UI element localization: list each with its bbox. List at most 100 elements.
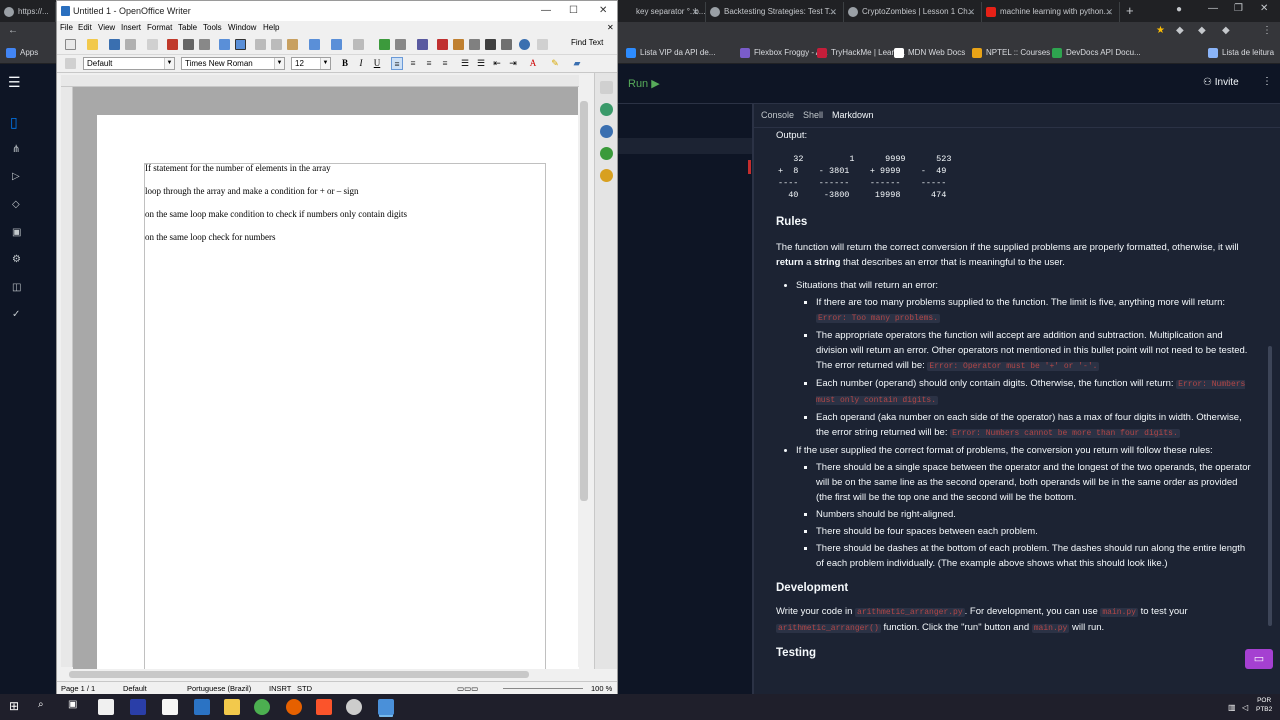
decrease-indent-icon[interactable]: ⇤ [491,57,503,70]
navigator-icon[interactable] [437,39,448,50]
run-button[interactable]: Run ▶ [622,74,666,94]
copy-icon[interactable] [271,39,282,50]
font-color-icon[interactable]: A [527,57,539,70]
close-window-button[interactable]: ✕ [1260,3,1268,14]
packages-icon[interactable]: ◇ [12,199,20,210]
menu-window[interactable]: Window [228,21,256,35]
toolbar-options-icon[interactable] [537,39,548,50]
zoom-slider[interactable] [503,688,583,689]
windows-start-icon[interactable]: ⊞ [9,699,19,713]
help-icon[interactable] [519,39,530,50]
bold-button[interactable]: B [339,57,351,70]
open-folder-icon[interactable] [87,39,98,50]
secrets-icon[interactable]: ▣ [12,227,21,238]
keyboard-language[interactable]: POR PTB2 [1256,696,1272,714]
debugger-icon[interactable]: ▷ [12,171,20,182]
close-document-icon[interactable]: ✕ [607,21,614,35]
close-tab-icon[interactable]: ✕ [967,2,975,22]
table-icon[interactable] [395,39,406,50]
close-tab-icon[interactable]: ✕ [1105,2,1113,22]
menu-edit[interactable]: Edit [78,21,92,35]
italic-button[interactable]: I [355,57,367,70]
align-center-button[interactable]: ≡ [407,57,419,70]
document-line[interactable]: If statement for the number of elements … [145,163,331,173]
vertical-scrollbar[interactable] [578,87,590,667]
maximize-button[interactable]: ❐ [1234,3,1243,14]
hamburger-menu-icon[interactable]: ☰ [8,74,21,91]
files-icon[interactable]: ▯ [10,114,18,131]
highlighting-icon[interactable]: ✎ [549,57,561,70]
close-tab-icon[interactable]: ✕ [691,2,699,22]
properties-icon[interactable] [600,103,613,116]
minimize-button[interactable]: — [541,1,551,21]
file-explorer-icon[interactable] [224,699,240,715]
settings-icon[interactable]: ⚙ [12,254,21,265]
undo-icon[interactable] [331,39,342,50]
edit-file-icon[interactable] [147,39,158,50]
paste-icon[interactable] [287,39,298,50]
store-icon[interactable] [98,699,114,715]
reading-list[interactable]: Lista de leitura [1208,46,1274,60]
show-draw-functions-icon[interactable] [417,39,428,50]
back-icon[interactable]: ← [8,25,18,36]
font-size-select[interactable]: 12 ▼ [291,57,331,70]
chat-button[interactable]: ▭ [1245,649,1273,669]
bookmark-item[interactable]: TryHackMe | Learn... [817,46,905,60]
bookmark-item[interactable]: Flexbox Froggy - A... [740,46,828,60]
app-icon[interactable] [130,699,146,715]
apps-bookmark[interactable]: Apps [6,46,38,60]
horizontal-scrollbar[interactable] [57,669,593,680]
tab-markdown[interactable]: Markdown [832,110,874,120]
document-line[interactable]: on the same loop make condition to check… [145,209,407,219]
database-icon[interactable]: ◫ [12,282,21,293]
bookmark-item[interactable]: NPTEL :: Courses [972,46,1050,60]
document-line[interactable]: on the same loop check for numbers [145,232,275,242]
cut-icon[interactable] [255,39,266,50]
menu-view[interactable]: View [98,21,115,35]
sidebar-menu-icon[interactable] [600,81,613,94]
navigator-sidebar-icon[interactable] [600,169,613,182]
openoffice-writer-icon[interactable] [378,699,394,715]
app-icon[interactable] [194,699,210,715]
unit-tests-icon[interactable]: ✓ [12,309,20,320]
numbering-icon[interactable]: ☰ [459,57,471,70]
browser-tab[interactable]: https://... [0,2,56,22]
autospellcheck-icon[interactable] [235,39,246,50]
profile-icon[interactable]: ● [1176,4,1182,15]
zoom-icon[interactable] [501,39,512,50]
document-page[interactable]: If statement for the number of elements … [97,115,579,669]
background-color-icon[interactable]: ▰ [571,57,583,70]
gallery-icon[interactable] [453,39,464,50]
bookmark-item[interactable]: MDN Web Docs [894,46,965,60]
new-document-icon[interactable] [65,39,76,50]
paragraph-style-select[interactable]: Default ▼ [83,57,175,70]
bullets-icon[interactable]: ☰ [475,57,487,70]
new-tab-button[interactable]: + [1126,3,1134,18]
writer-title-bar[interactable]: Untitled 1 - OpenOffice Writer — ☐ ✕ [57,1,617,21]
minimize-button[interactable]: — [1208,3,1218,14]
clone-formatting-icon[interactable] [309,39,320,50]
document-area[interactable]: If statement for the number of elements … [73,87,579,669]
share-icon[interactable]: ⋔ [12,144,20,155]
tab-console[interactable]: Console [761,110,794,120]
document-line[interactable]: loop through the array and make a condit… [145,186,359,196]
extensions-icon[interactable]: ◆ [1176,25,1184,36]
menu-format[interactable]: Format [147,21,172,35]
extensions-icon[interactable]: ◆ [1198,25,1206,36]
maximize-button[interactable]: ☐ [569,1,578,21]
search-icon[interactable]: ⌕ [38,699,44,710]
markdown-scrollbar[interactable] [1268,346,1272,626]
network-icon[interactable]: ▥ [1228,703,1236,712]
scrollbar-thumb[interactable] [580,101,588,501]
menu-file[interactable]: File [60,21,73,35]
justify-button[interactable]: ≡ [439,57,451,70]
styles-icon[interactable] [65,58,76,69]
chrome-icon[interactable] [254,699,270,715]
volume-icon[interactable]: ◁ [1242,703,1248,712]
task-view-icon[interactable]: ▣ [68,699,77,710]
bookmark-item[interactable]: Lista VIP da API de... [626,46,715,60]
menu-tools[interactable]: Tools [203,21,222,35]
menu-insert[interactable]: Insert [121,21,141,35]
hyperlink-icon[interactable] [379,39,390,50]
close-tab-icon[interactable]: ✕ [829,2,837,22]
